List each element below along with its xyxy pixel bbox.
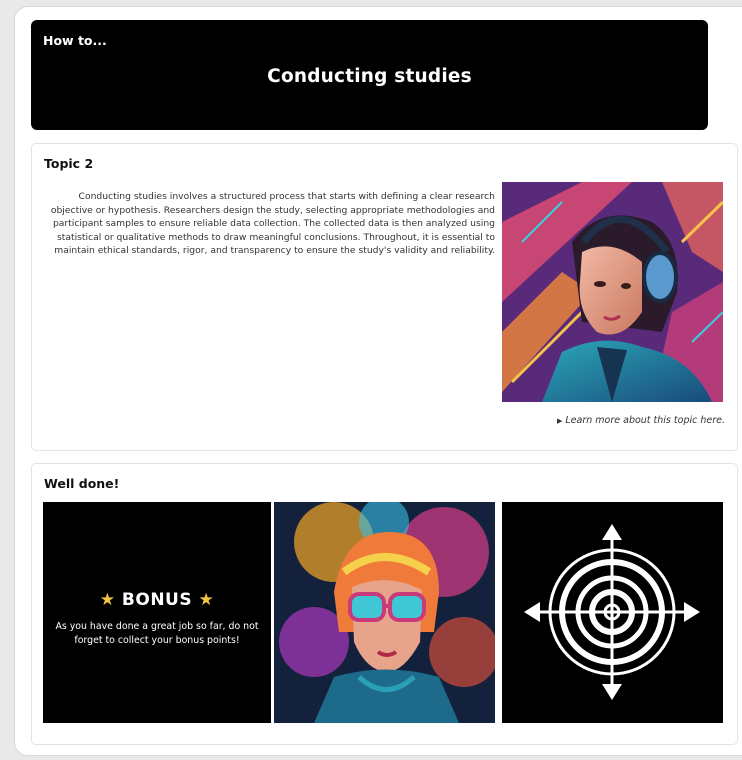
topic-card: Topic 2 Conducting studies involves a st…: [31, 143, 738, 451]
topic-title: Topic 2: [44, 156, 94, 171]
woman-headphones-image: [502, 182, 723, 402]
completion-title: Well done!: [44, 476, 120, 491]
header-kicker: How to...: [43, 33, 107, 48]
target-arrows-icon: [524, 524, 700, 700]
woman-headphones-illustration: [502, 182, 723, 402]
bonus-tile: ★ BONUS ★ As you have done a great job s…: [43, 502, 271, 723]
target-tile: [502, 502, 723, 723]
page-header: How to... Conducting studies: [31, 20, 708, 130]
completion-card: Well done! ★ BONUS ★ As you have done a …: [31, 463, 738, 745]
learn-more-link[interactable]: ▶ Learn more about this topic here.: [557, 415, 725, 426]
learn-more-label: Learn more about this topic here.: [565, 415, 725, 426]
triangle-right-icon: ▶: [556, 417, 563, 425]
star-icon: ★: [99, 590, 116, 610]
bonus-heading-label: BONUS: [121, 590, 193, 610]
bonus-text: As you have done a great job so far, do …: [55, 621, 259, 646]
page-title: Conducting studies: [267, 66, 472, 87]
star-icon: ★: [198, 590, 215, 610]
woman-sunglasses-illustration: [274, 502, 495, 723]
woman-sunglasses-image: [274, 502, 495, 723]
topic-body: Conducting studies involves a structured…: [50, 191, 495, 257]
bonus-heading: ★ BONUS ★: [43, 590, 271, 610]
